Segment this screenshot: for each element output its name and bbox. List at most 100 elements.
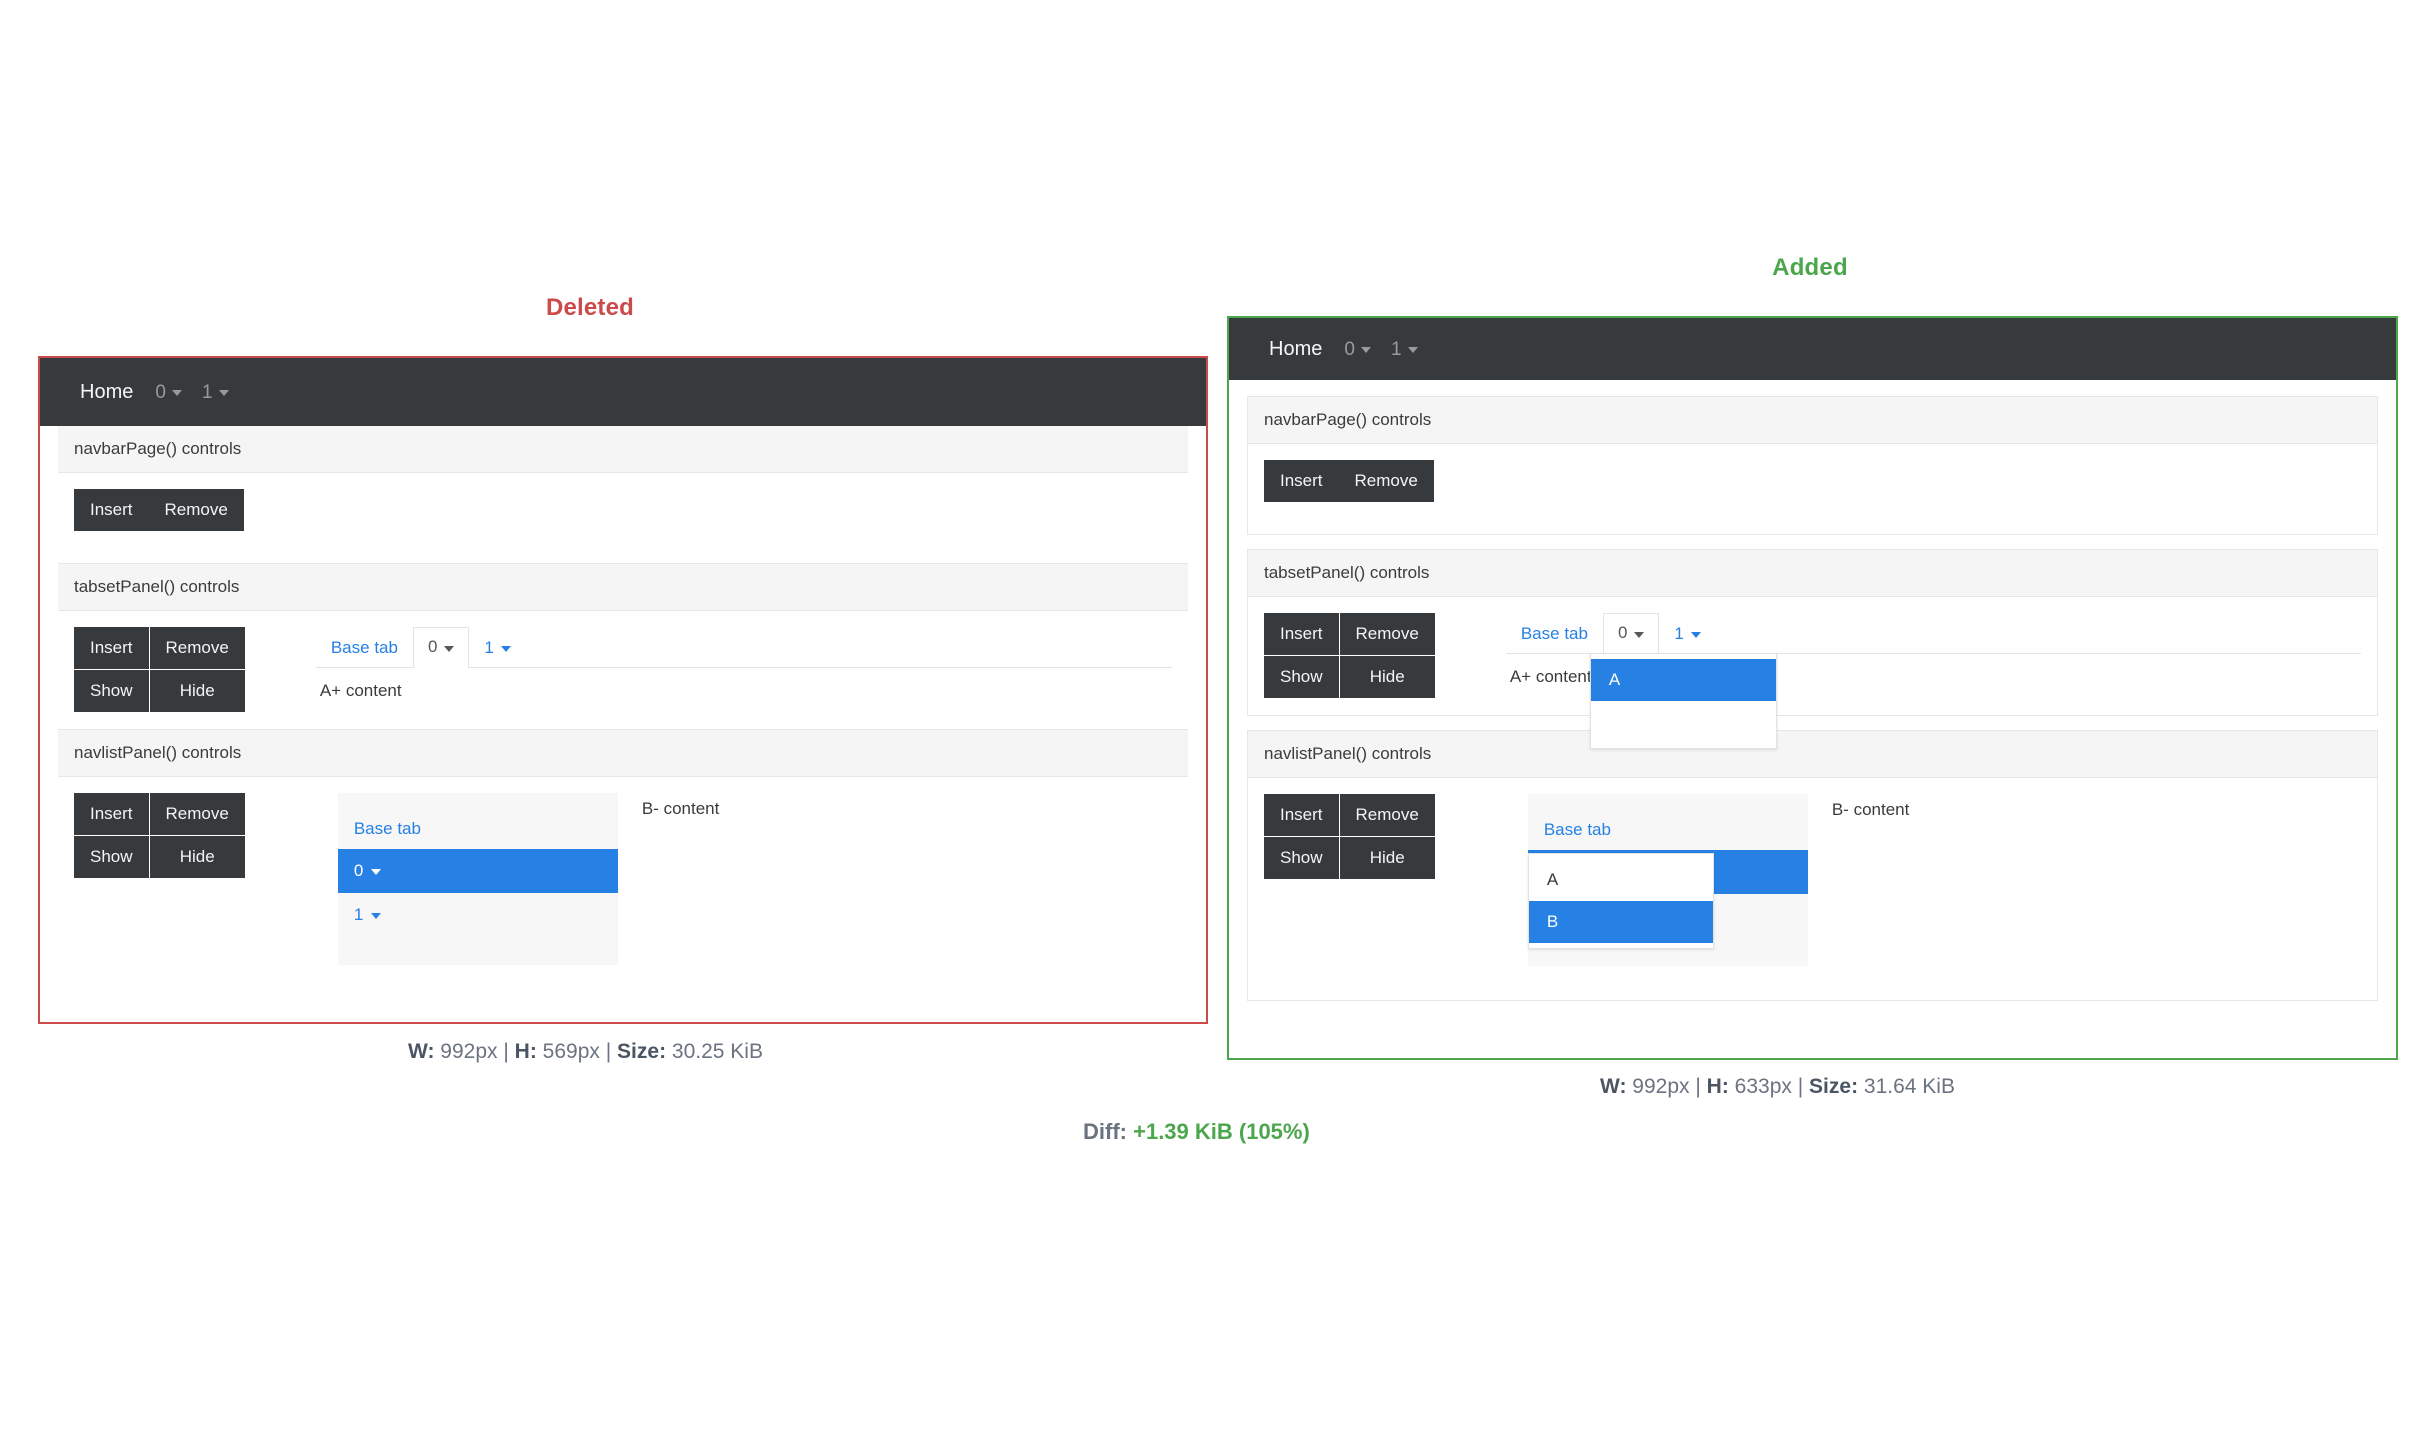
navbar-dropdown-0[interactable]: 0 [1344,340,1371,359]
button-group: Insert Remove Show Hide [74,627,246,713]
dropdown-item-a[interactable]: A [1590,659,1776,702]
navbar: Home 0 1 [40,358,1206,426]
section-header: navbarPage() controls [58,426,1188,473]
remove-button[interactable]: Remove [148,489,244,532]
dropdown-item-blank[interactable] [1591,701,1776,743]
insert-button[interactable]: Insert [1264,460,1339,503]
navlist-content: B- content [1831,800,1910,820]
navlist-panel: Base tab 0 1 B- content [337,793,1172,966]
remove-button[interactable]: Remove [1339,794,1435,837]
button-group: Insert Remove Show Hide [1264,794,1436,880]
chevron-down-icon [500,645,511,652]
navlist: Base tab 0 A B [1527,794,1808,967]
tab-dropdown-menu: A [1589,653,1777,750]
height-label: H: [1706,1075,1729,1098]
navbar-dropdown-0[interactable]: 0 [155,383,182,402]
shot-body: navbarPage() controls Insert Remove tabs… [1229,380,2396,1025]
remove-button[interactable]: Remove [1339,613,1435,656]
section-body: Insert Remove Show Hide Base tab 0 [1248,778,2377,1000]
button-group: Insert Remove Show Hide [1264,613,1436,699]
navbar-dropdown-1[interactable]: 1 [202,383,229,402]
navbar-dropdown-1[interactable]: 1 [1391,340,1418,359]
section-body: Insert Remove Show Hide Base tab 0 [58,777,1188,999]
hide-button[interactable]: Hide [149,836,245,879]
show-button[interactable]: Show [1264,837,1339,880]
insert-button[interactable]: Insert [74,793,149,836]
diff-comparison-stage: Deleted Home 0 1 navbarPage() controls I… [0,0,2416,1442]
remove-button[interactable]: Remove [1338,460,1434,503]
tab-1[interactable]: 1 [469,628,525,667]
tab-base-tab[interactable]: Base tab [1506,614,1603,653]
hide-button[interactable]: Hide [1339,837,1435,880]
width-label: W: [1600,1075,1627,1098]
hide-button[interactable]: Hide [1339,656,1435,699]
tab-label: Base tab [330,637,398,657]
show-button[interactable]: Show [74,670,149,713]
tab-0[interactable]: 0 [412,627,470,668]
navlist-base-tab[interactable]: Base tab [338,809,618,849]
size-value: 31.64 KiB [1863,1075,1955,1098]
section-body: Insert Remove [58,473,1188,563]
navlist-dropdown-menu: A B [1527,853,1714,950]
deleted-label: Deleted [545,294,635,321]
dropdown-item-a[interactable]: A [1529,859,1713,901]
added-label: Added [1772,254,1848,281]
section-header: navlistPanel() controls [1248,731,2377,779]
section-header: navbarPage() controls [1248,397,2377,444]
show-button[interactable]: Show [1264,656,1339,699]
button-group: Insert Remove Show Hide [74,793,246,879]
tab-label: 0 [1617,623,1628,643]
size-label: Size: [617,1040,667,1063]
chevron-down-icon [371,869,382,876]
show-button[interactable]: Show [74,836,149,879]
insert-button[interactable]: Insert [1264,794,1339,837]
added-metadata: W: 992px | H: 633px | Size: 31.64 KiB [1600,1075,1955,1099]
navbar-brand-home[interactable]: Home [80,382,133,402]
remove-button[interactable]: Remove [149,627,245,670]
deleted-screenshot: Home 0 1 navbarPage() controls Insert Re… [38,356,1208,1024]
navbar: Home 0 1 [1229,318,2396,380]
button-group: Insert Remove [74,489,244,532]
navlist-content: B- content [641,799,720,819]
dropdown-item-b[interactable]: B [1528,901,1713,944]
button-group: Insert Remove [1264,460,1434,503]
remove-button[interactable]: Remove [149,793,245,836]
section-header: tabsetPanel() controls [58,564,1188,611]
section-navbarpage: navbarPage() controls Insert Remove [58,426,1188,564]
section-header: tabsetPanel() controls [1248,550,2377,597]
shot-body: navbarPage() controls Insert Remove tabs… [40,426,1206,1000]
navlist-item-1[interactable]: 1 [338,893,618,937]
insert-button[interactable]: Insert [74,627,149,670]
hide-button[interactable]: Hide [149,670,245,713]
deleted-metadata: W: 992px | H: 569px | Size: 30.25 KiB [408,1040,763,1064]
card-wrap: navbarPage() controls Insert Remove tabs… [40,426,1206,1000]
tab-0[interactable]: 0 [1602,613,1660,654]
tab-list: Base tab 0 1 [1505,613,2361,654]
separator: | [605,1040,612,1063]
chevron-down-icon [1360,347,1371,353]
navlist-item-0[interactable]: 0 [337,849,618,894]
navbar-dropdown-1-label: 1 [1390,338,1402,360]
insert-button[interactable]: Insert [1264,613,1339,656]
tab-panel-content: A+ content [319,681,402,700]
size-label: Size: [1809,1075,1859,1098]
chevron-down-icon [444,645,455,652]
chevron-down-icon [371,913,382,920]
width-value: 992px [440,1040,498,1063]
tab-1[interactable]: 1 [1659,614,1715,653]
height-label: H: [514,1040,537,1063]
navlist-item-label: 1 [353,905,364,925]
navlist-base-tab[interactable]: Base tab [1528,810,1808,850]
added-screenshot: Home 0 1 navbarPage() controls Insert Re… [1227,316,2398,1060]
insert-button[interactable]: Insert [74,489,149,532]
section-header: navlistPanel() controls [58,730,1188,778]
tab-label: Base tab [1520,623,1588,643]
tab-base-tab[interactable]: Base tab [316,628,413,667]
chevron-down-icon [218,390,229,396]
section-body: Insert Remove Show Hide Base tab 0 [1248,597,2377,750]
tab-label: 0 [427,637,438,657]
tab-label: 1 [1674,623,1684,643]
tab-list: Base tab 0 1 [315,627,1172,668]
section-navbarpage: navbarPage() controls Insert Remove [1247,396,2378,535]
navbar-brand-home[interactable]: Home [1269,339,1322,359]
